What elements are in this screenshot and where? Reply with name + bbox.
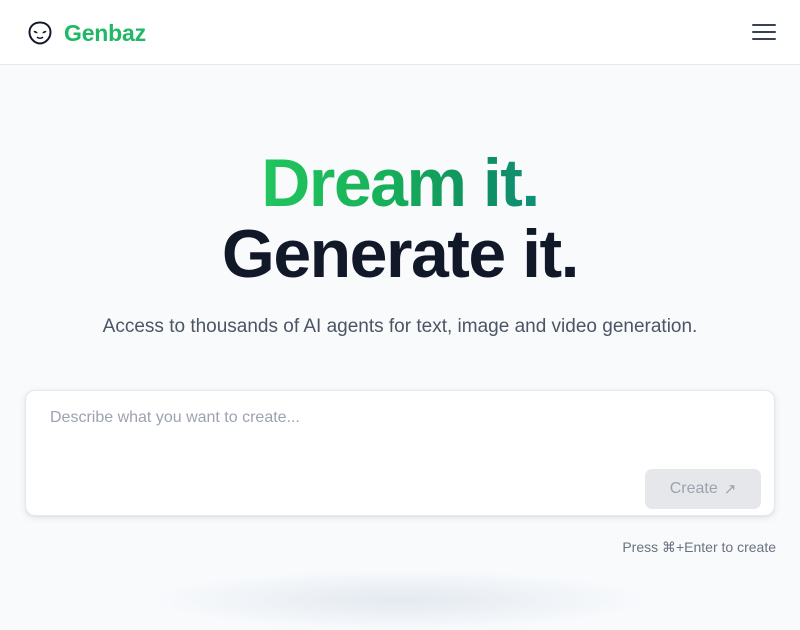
prompt-input[interactable] xyxy=(50,409,750,465)
arrow-up-right-icon: ↗ xyxy=(723,480,737,498)
menu-line xyxy=(752,24,776,26)
create-button-label: Create xyxy=(669,480,718,497)
create-button[interactable]: Create ↗ xyxy=(645,469,761,509)
hero-heading-line1: Dream it. xyxy=(0,143,800,223)
hamburger-menu-icon[interactable] xyxy=(750,22,778,42)
alien-face-icon xyxy=(27,20,53,46)
hero-heading-line2: Generate it. xyxy=(221,216,580,292)
keyboard-shortcut-hint: Press ⌘+Enter to create xyxy=(622,539,776,555)
menu-line xyxy=(752,31,776,33)
decorative-glow xyxy=(150,570,650,630)
menu-line xyxy=(752,38,776,40)
brand-name: Genbaz xyxy=(64,19,146,46)
prompt-card: Create ↗ xyxy=(25,390,775,516)
hero-heading-line1-text: Dream it. xyxy=(261,145,540,221)
top-header: Genbaz xyxy=(0,0,800,65)
hero-subtitle: Access to thousands of AI agents for tex… xyxy=(102,316,698,337)
brand-logo-link[interactable]: Genbaz xyxy=(27,19,146,47)
